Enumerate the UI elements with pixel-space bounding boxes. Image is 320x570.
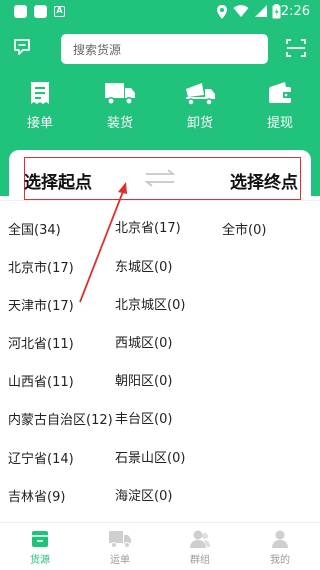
tab-cargo[interactable]: 货源 [10,523,70,570]
notification-icon [14,5,27,18]
status-bar: A 2:26 [0,0,320,24]
province-item[interactable]: 天津市(17) [8,295,74,314]
action-receive-order[interactable]: 接单 [10,80,70,135]
bottom-tab-bar: 货源 运单 群组 我的 [0,522,320,570]
province-item[interactable]: 山西省(11) [8,371,74,390]
wallet-icon [269,82,291,103]
tab-label: 群组 [190,555,210,566]
province-item[interactable]: 吉林省(9) [8,486,65,505]
wifi-icon [233,5,249,18]
action-withdraw[interactable]: 提现 [250,80,310,135]
receipt-icon [31,82,49,104]
city-item[interactable]: 海淀区(0) [115,485,172,504]
tab-profile[interactable]: 我的 [250,523,310,570]
tab-label: 运单 [110,555,130,566]
select-destination-button[interactable]: 选择终点 [230,168,298,193]
province-item[interactable]: 北京市(17) [8,257,74,276]
app-notification-icon: A [54,6,65,17]
swap-icon[interactable] [143,169,177,187]
city-item[interactable]: 北京城区(0) [115,294,185,313]
signal-icon [255,5,267,17]
province-item[interactable]: 河北省(11) [8,333,74,352]
message-icon[interactable] [13,38,31,56]
city-item[interactable]: 东城区(0) [115,256,172,275]
action-label: 提现 [266,116,293,131]
city-item[interactable]: 北京省(17) [115,217,181,236]
action-unload[interactable]: 卸货 [170,80,230,135]
battery-icon [272,4,281,19]
region-picker: 全国(34) 北京市(17) 天津市(17) 河北省(11) 山西省(11) 内… [0,200,320,528]
profile-icon [272,530,288,548]
action-shortcuts: 接单 装货 卸货 提现 [0,80,320,135]
search-input[interactable]: 搜索货源 [61,34,268,64]
province-item[interactable]: 内蒙古自治区(12) [8,409,113,428]
scan-icon[interactable] [286,39,306,57]
city-item[interactable]: 丰台区(0) [115,408,172,427]
city-item[interactable]: 西城区(0) [115,332,172,351]
cargo-icon [32,531,48,547]
district-item[interactable]: 全市(0) [222,219,266,238]
action-label: 卸货 [186,116,213,131]
province-item[interactable]: 全国(34) [8,219,61,238]
search-placeholder: 搜索货源 [73,43,122,57]
city-item[interactable]: 石景山区(0) [115,447,185,466]
tab-label: 我的 [270,555,290,566]
unload-truck-icon [186,83,215,106]
truck-icon [105,83,135,105]
action-load[interactable]: 装货 [90,80,150,135]
action-label: 装货 [106,116,133,131]
waybill-truck-icon [109,531,131,548]
clock: 2:26 [280,4,310,19]
city-item[interactable]: 朝阳区(0) [115,370,172,389]
province-item[interactable]: 辽宁省(14) [8,448,74,467]
action-label: 接单 [26,116,53,131]
tab-group[interactable]: 群组 [170,523,230,570]
location-icon [217,5,227,19]
tab-label: 货源 [30,555,50,566]
notification-icon [34,5,47,18]
tab-waybill[interactable]: 运单 [90,523,150,570]
group-icon [190,530,210,548]
select-origin-button[interactable]: 选择起点 [24,168,92,193]
